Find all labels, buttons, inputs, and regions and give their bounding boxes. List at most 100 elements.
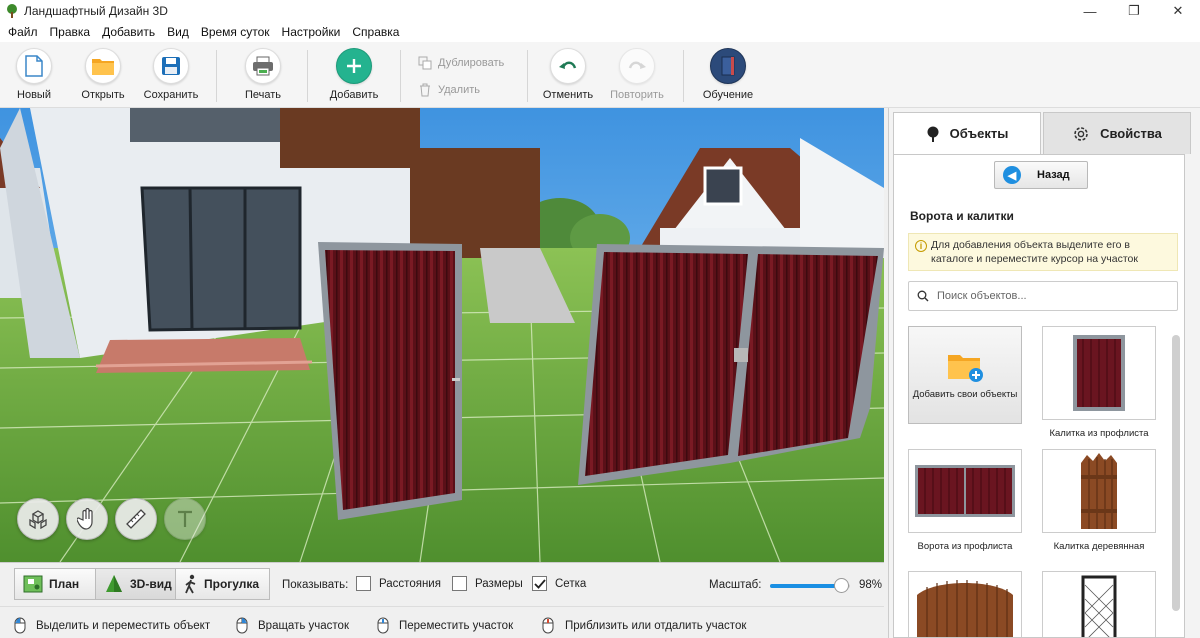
duplicate-button[interactable]: Дублировать — [418, 56, 504, 70]
back-button[interactable]: ◀ Назад — [994, 161, 1088, 189]
hand-icon — [77, 508, 93, 530]
sizes-checkbox[interactable]: Размеры — [452, 576, 523, 591]
info-icon: i — [915, 240, 927, 252]
tutorial-button[interactable]: Обучение — [702, 48, 754, 101]
wooden-gate-thumbnail — [917, 580, 1013, 637]
cubes-tool-button[interactable] — [17, 498, 59, 540]
catalog-item-wooden-wicket[interactable]: Калитка деревянная — [1042, 449, 1156, 552]
printer-icon — [253, 56, 273, 76]
right-panel: Объекты Свойства ◀ Назад Ворота и калитк… — [888, 108, 1200, 638]
delete-button[interactable]: Удалить — [418, 83, 480, 97]
tab-properties-label: Свойства — [1100, 126, 1162, 141]
ruler-icon — [126, 509, 146, 529]
walk-view-button[interactable]: Прогулка — [175, 568, 270, 600]
title-bar: Ландшафтный Дизайн 3D — ❐ ✕ — [0, 0, 1200, 22]
view-bar: План 3D-вид Прогулка Показывать: Расстоя… — [0, 562, 884, 606]
distances-checkbox-box[interactable] — [356, 576, 371, 591]
folder-add-icon — [948, 354, 983, 382]
window-title: Ландшафтный Дизайн 3D — [24, 4, 168, 18]
toolbar-separator — [400, 50, 401, 102]
app-tree-icon — [7, 4, 17, 18]
wooden-wicket-thumbnail — [1081, 453, 1117, 529]
mouse-scroll-icon — [542, 617, 554, 634]
scale-slider[interactable] — [770, 578, 850, 593]
scroll-thumb[interactable] — [1172, 335, 1180, 611]
add-own-objects-button[interactable]: Добавить свои объекты — [908, 326, 1022, 424]
redo-arrow-icon — [628, 61, 646, 69]
ruler-tool-button[interactable] — [115, 498, 157, 540]
plus-icon — [347, 59, 361, 73]
gear-icon — [1074, 126, 1088, 141]
undo-button[interactable]: Отменить — [542, 48, 594, 101]
save-disk-icon — [162, 57, 180, 75]
menu-file[interactable]: Файл — [2, 25, 44, 39]
text-tool-button[interactable] — [164, 498, 206, 540]
mesh-wicket-thumbnail — [1081, 575, 1117, 637]
hint-rotate: Вращать участок — [236, 617, 349, 634]
minimize-button[interactable]: — — [1068, 0, 1112, 22]
hand-tool-button[interactable] — [66, 498, 108, 540]
menu-help[interactable]: Справка — [346, 25, 405, 39]
grid-checkbox-box[interactable] — [532, 576, 547, 591]
toolbar-separator — [683, 50, 684, 102]
status-bar: Выделить и переместить объект Вращать уч… — [0, 606, 884, 638]
3d-viewport[interactable] — [0, 108, 884, 562]
grid-checkbox[interactable]: Сетка — [532, 576, 586, 591]
open-button[interactable]: Открыть — [80, 48, 126, 101]
walk-view-label: Прогулка — [204, 577, 260, 591]
catalog-scrollbar[interactable] — [1170, 315, 1184, 635]
tutorial-label: Обучение — [702, 89, 754, 101]
print-label: Печать — [244, 89, 282, 101]
undo-arrow-icon — [559, 61, 577, 69]
tab-properties[interactable]: Свойства — [1043, 112, 1191, 154]
menu-add[interactable]: Добавить — [96, 25, 161, 39]
catalog-item-mesh-wicket[interactable] — [1042, 571, 1156, 637]
hint-box: i Для добавления объекта выделите его в … — [908, 233, 1178, 271]
delete-label: Удалить — [438, 84, 480, 96]
section-title: Ворота и калитки — [910, 209, 1014, 223]
3d-view-label: 3D-вид — [130, 577, 172, 591]
cubes-icon — [29, 510, 47, 529]
distances-label: Расстояния — [379, 577, 441, 590]
profile-wicket-thumbnail — [1073, 335, 1125, 411]
search-box[interactable] — [908, 281, 1178, 311]
catalog-item-profile-gate[interactable]: Ворота из профлиста — [908, 449, 1022, 552]
distances-checkbox[interactable]: Расстояния — [356, 576, 441, 591]
3d-view-button[interactable]: 3D-вид — [95, 568, 176, 600]
hint-label: Переместить участок — [399, 619, 514, 632]
new-button[interactable]: Новый — [12, 48, 56, 101]
show-label: Показывать: — [282, 579, 349, 591]
new-file-icon — [25, 55, 43, 77]
scale-slider-knob[interactable] — [833, 578, 849, 593]
menu-time-of-day[interactable]: Время суток — [195, 25, 276, 39]
toolbar-separator — [307, 50, 308, 102]
open-label: Открыть — [81, 89, 125, 101]
menu-view[interactable]: Вид — [161, 25, 195, 39]
search-input[interactable] — [937, 290, 1157, 302]
menu-settings[interactable]: Настройки — [276, 25, 347, 39]
mouse-right-click-icon — [236, 617, 248, 634]
menu-edit[interactable]: Правка — [44, 25, 97, 39]
tree-icon — [927, 126, 939, 142]
hint-label: Выделить и переместить объект — [36, 619, 211, 632]
maximize-button[interactable]: ❐ — [1112, 0, 1156, 22]
hint-text: Для добавления объекта выделите его в ка… — [931, 239, 1138, 265]
tab-objects-label: Объекты — [949, 126, 1009, 141]
toolbar-separator — [216, 50, 217, 102]
print-button[interactable]: Печать — [240, 48, 286, 101]
hint-label: Приблизить или отдалить участок — [565, 619, 747, 632]
hint-select-move: Выделить и переместить объект — [14, 617, 210, 634]
close-button[interactable]: ✕ — [1156, 0, 1200, 22]
redo-button[interactable]: Повторить — [608, 48, 666, 101]
catalog-item-profile-wicket[interactable]: Калитка из профлиста — [1042, 326, 1156, 439]
tab-objects[interactable]: Объекты — [893, 112, 1041, 154]
redo-label: Повторить — [610, 89, 664, 101]
catalog-item-wooden-gate[interactable] — [908, 571, 1022, 637]
plan-view-button[interactable]: План — [14, 568, 96, 600]
add-button[interactable]: Добавить — [328, 48, 380, 101]
new-label: Новый — [17, 89, 51, 101]
save-button[interactable]: Сохранить — [143, 48, 199, 101]
3d-tree-icon — [106, 575, 122, 592]
checkmark-icon — [533, 578, 546, 589]
sizes-checkbox-box[interactable] — [452, 576, 467, 591]
